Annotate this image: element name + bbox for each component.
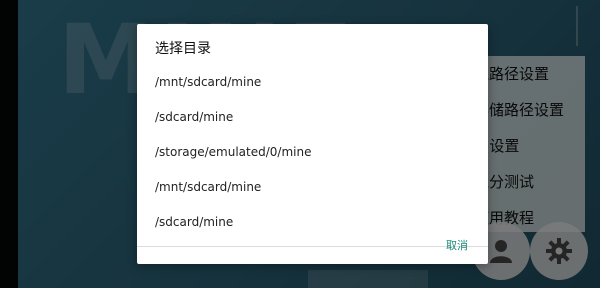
- directory-list[interactable]: /mnt/sdcard/mine /sdcard/mine /storage/e…: [137, 64, 488, 246]
- list-item[interactable]: /mnt/sdcard/mine: [137, 169, 488, 205]
- list-item[interactable]: /sdcard/mine: [137, 204, 488, 240]
- list-item[interactable]: /sdcard/mine: [137, 99, 488, 135]
- list-item[interactable]: /storage/emulated/0/mine: [137, 134, 488, 170]
- cancel-button[interactable]: 取消: [437, 234, 477, 258]
- dialog-divider: [137, 246, 488, 247]
- list-item[interactable]: /mnt/sdcard/mine: [137, 64, 488, 100]
- dialog-title: 选择目录: [155, 41, 211, 57]
- select-directory-dialog: 选择目录 /mnt/sdcard/mine /sdcard/mine /stor…: [137, 24, 488, 264]
